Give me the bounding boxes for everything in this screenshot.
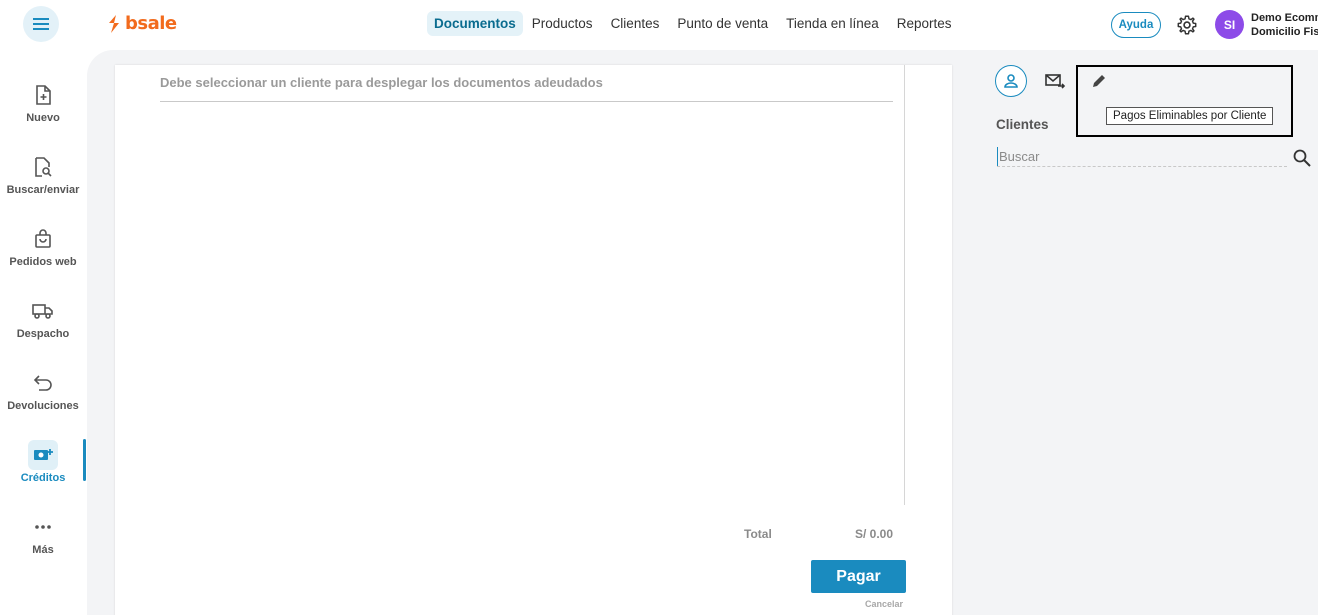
avatar[interactable]: SI <box>1215 10 1244 39</box>
nav-reportes[interactable]: Reportes <box>888 11 961 36</box>
user-company: Demo Ecomm <box>1251 12 1318 24</box>
sidebar-item-devoluciones[interactable]: Devoluciones <box>0 368 86 428</box>
nav-productos[interactable]: Productos <box>523 11 602 36</box>
divider <box>160 101 893 102</box>
logo-text: bsale <box>125 13 177 34</box>
credit-money-icon <box>28 440 58 470</box>
column-divider <box>904 65 905 505</box>
sidebar-item-despacho[interactable]: Despacho <box>0 296 86 356</box>
nav-documentos[interactable]: Documentos <box>427 11 523 36</box>
sidebar-item-label: Créditos <box>20 472 66 484</box>
sidebar-item-label: Nuevo <box>26 112 60 124</box>
top-bar: bsale Documentos Productos Clientes Punt… <box>0 0 1318 50</box>
pay-button[interactable]: Pagar <box>811 560 906 593</box>
more-dots-icon <box>28 512 58 542</box>
select-client-notice: Debe seleccionar un cliente para despleg… <box>160 75 603 90</box>
return-arrow-icon <box>28 368 58 398</box>
tooltip: Pagos Eliminables por Cliente <box>1106 107 1274 125</box>
user-branch: Domicilio Fis <box>1251 26 1318 38</box>
top-nav: Documentos Productos Clientes Punto de v… <box>427 11 961 36</box>
total-value: S/ 0.00 <box>855 527 894 541</box>
file-plus-icon <box>28 80 58 110</box>
nav-clientes[interactable]: Clientes <box>602 11 669 36</box>
nav-punto-de-venta[interactable]: Punto de venta <box>668 11 777 36</box>
search-input[interactable] <box>997 147 1282 166</box>
highlight-box: Pagos Eliminables por Cliente <box>1076 65 1293 137</box>
main-content: Debe seleccionar un cliente para despleg… <box>87 50 1318 615</box>
search-icon[interactable] <box>1292 148 1312 168</box>
help-button[interactable]: Ayuda <box>1111 12 1161 38</box>
gear-icon[interactable] <box>1176 14 1198 36</box>
sidebar-item-label: Despacho <box>16 328 70 340</box>
pencil-icon[interactable] <box>1090 72 1108 90</box>
sidebar-item-label: Devoluciones <box>7 400 79 412</box>
documents-card: Debe seleccionar un cliente para despleg… <box>115 65 952 615</box>
clients-title: Clientes <box>996 117 1049 132</box>
active-indicator <box>83 439 86 481</box>
total-label: Total <box>744 527 772 541</box>
bsale-logo-icon <box>109 14 119 33</box>
sidebar-item-pedidos-web[interactable]: Pedidos web <box>0 224 86 284</box>
logo[interactable]: bsale <box>107 13 177 34</box>
client-tab-button[interactable] <box>995 65 1027 97</box>
sidebar-item-label: Pedidos web <box>9 256 77 268</box>
shopping-bag-icon <box>28 224 58 254</box>
sidebar-item-label: Más <box>32 544 54 556</box>
user-info[interactable]: Demo Ecomm Domicilio Fis <box>1251 11 1318 39</box>
sidebar-item-mas[interactable]: Más <box>0 512 86 572</box>
cancel-link[interactable]: Cancelar <box>865 599 903 609</box>
sidebar-item-nuevo[interactable]: Nuevo <box>0 80 86 140</box>
truck-icon <box>28 296 58 326</box>
file-search-icon <box>28 152 58 182</box>
sidebar-item-buscar-enviar[interactable]: Buscar/enviar <box>0 152 86 212</box>
mail-forward-icon[interactable] <box>1044 70 1066 92</box>
user-icon <box>1004 74 1018 88</box>
client-search <box>997 147 1287 167</box>
hamburger-icon <box>33 18 49 30</box>
menu-button[interactable] <box>23 6 59 42</box>
sidebar-item-label: Buscar/enviar <box>6 184 80 196</box>
nav-tienda-en-linea[interactable]: Tienda en línea <box>777 11 888 36</box>
sidebar: Nuevo Buscar/enviar Pedidos web Despacho… <box>0 50 86 615</box>
sidebar-item-creditos[interactable]: Créditos <box>0 440 86 500</box>
